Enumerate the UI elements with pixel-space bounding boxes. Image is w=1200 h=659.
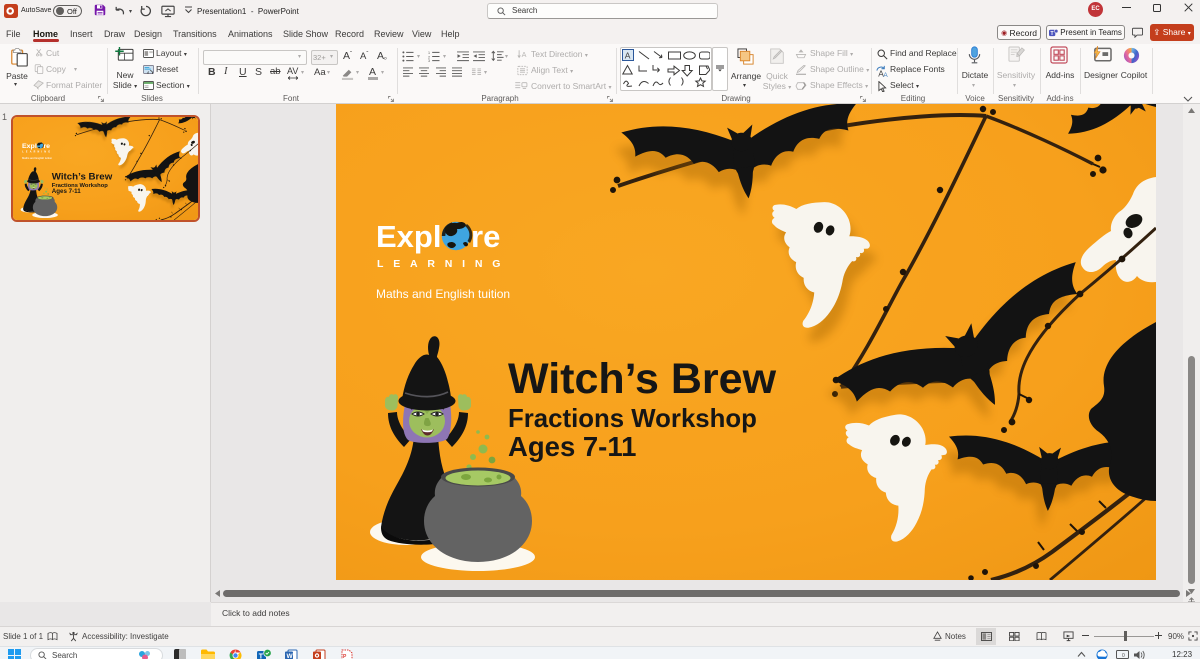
svg-text:Witch’s Brew: Witch’s Brew	[508, 355, 777, 403]
svg-text:A: A	[883, 72, 888, 77]
svg-text:Maths and English tuition: Maths and English tuition	[376, 287, 510, 301]
svg-text:LEARNING: LEARNING	[377, 258, 510, 270]
svg-text:Expl: Expl	[376, 219, 441, 254]
svg-text:A: A	[625, 51, 631, 61]
svg-text:re: re	[471, 219, 500, 254]
svg-text:3: 3	[428, 59, 430, 62]
svg-text:Ages 7-11: Ages 7-11	[508, 431, 636, 462]
svg-text:T: T	[259, 654, 264, 659]
svg-text:0: 0	[1122, 653, 1125, 659]
svg-text:Fractions Workshop: Fractions Workshop	[508, 405, 757, 433]
svg-text:A: A	[522, 50, 527, 59]
svg-text:W: W	[287, 653, 294, 659]
